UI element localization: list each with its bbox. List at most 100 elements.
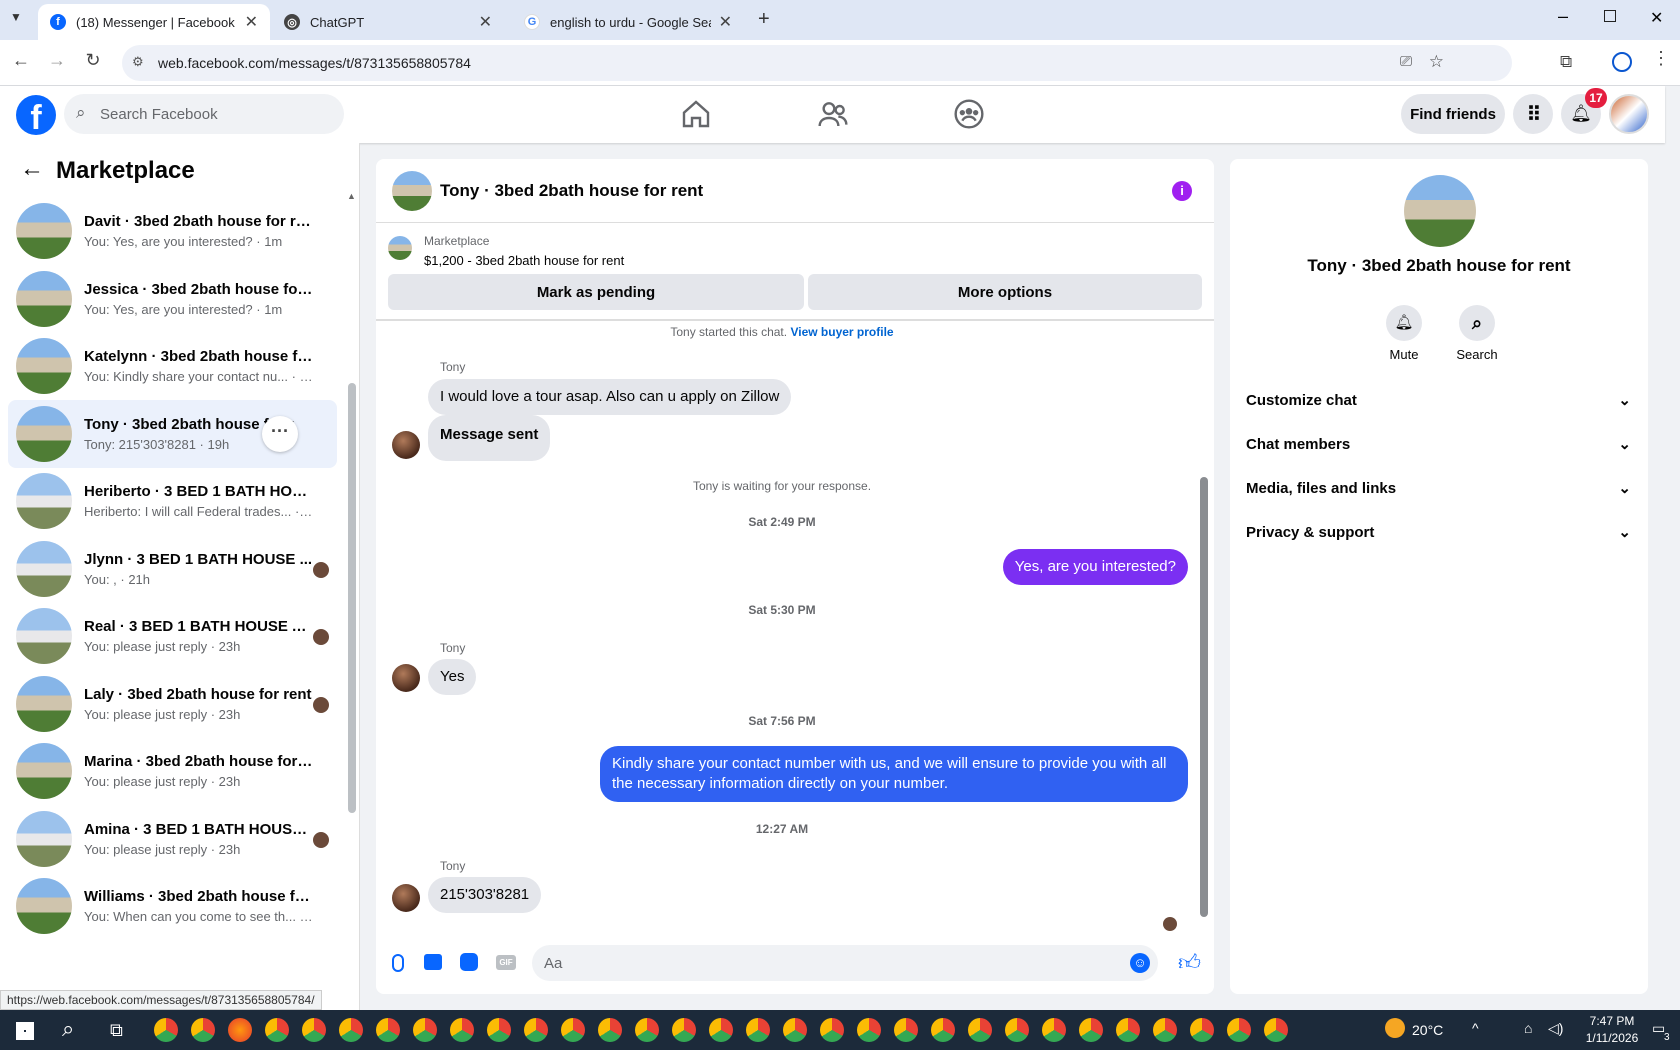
taskbar-app-icon[interactable] — [154, 1018, 178, 1042]
windows-start-icon[interactable] — [16, 1022, 34, 1040]
message-input[interactable]: Aa ☺ — [532, 945, 1158, 981]
taskbar-app-icon[interactable] — [1005, 1018, 1029, 1042]
conversation-item[interactable]: Laly · 3bed 2bath house for rent You: ple… — [8, 670, 337, 738]
taskbar-app-icon[interactable] — [191, 1018, 215, 1042]
chat-title[interactable]: Tony · 3bed 2bath house for rent — [440, 181, 703, 201]
taskbar-app-icon[interactable] — [1153, 1018, 1177, 1042]
conversation-item[interactable]: Amina · 3 BED 1 BATH HOUSE ... You: pleas… — [8, 805, 337, 873]
task-view-icon[interactable]: ⧉ — [110, 1020, 123, 1041]
sender-avatar[interactable] — [392, 431, 420, 459]
taskbar-app-icon[interactable] — [1227, 1018, 1251, 1042]
close-tab-icon[interactable]: ✕ — [719, 12, 732, 32]
forward-icon[interactable]: → — [44, 50, 70, 71]
taskbar-app-icon[interactable] — [598, 1018, 622, 1042]
customize-chat-section[interactable]: Customize chat ⌄ — [1246, 380, 1631, 420]
taskbar-app-icon[interactable] — [450, 1018, 474, 1042]
conversation-item[interactable]: Tony · 3bed 2bath house for r Tony: 215'3… — [8, 399, 337, 468]
incoming-message[interactable]: Yes — [428, 659, 477, 695]
info-avatar[interactable] — [1404, 175, 1476, 247]
taskbar-app-icon[interactable] — [894, 1018, 918, 1042]
tray-volume-icon[interactable]: ◁) — [1548, 1020, 1563, 1037]
tab-messenger[interactable]: f (18) Messenger | Facebook ✕ — [38, 4, 270, 40]
sender-avatar[interactable] — [392, 664, 420, 692]
tab-google[interactable]: G english to urdu - Google Search ✕ — [512, 4, 744, 40]
privacy-support-section[interactable]: Privacy & support ⌄ — [1246, 512, 1631, 552]
sidebar-scroll-up-icon[interactable]: ▲ — [347, 191, 356, 201]
chat-avatar[interactable] — [392, 171, 432, 211]
url-input[interactable]: ⚙ web.facebook.com/messages/t/8731356588… — [122, 45, 1512, 81]
tab-search-chevron-icon[interactable]: ▼ — [10, 10, 22, 24]
browser-menu-icon[interactable]: ⋮ — [1652, 48, 1670, 69]
reload-icon[interactable]: ↻ — [80, 50, 106, 71]
like-thumb-icon[interactable]: 👍︎ — [1178, 949, 1201, 976]
profile-icon[interactable] — [1612, 52, 1632, 72]
taskbar-app-icon[interactable] — [302, 1018, 326, 1042]
sender-avatar[interactable] — [392, 884, 420, 912]
tray-network-icon[interactable]: ⌂ — [1524, 1020, 1532, 1036]
facebook-logo-icon[interactable]: f — [16, 95, 56, 137]
taskbar-search-icon[interactable]: ⌕ — [62, 1016, 74, 1042]
taskbar-app-icon[interactable] — [1116, 1018, 1140, 1042]
conversation-item[interactable]: Jessica · 3bed 2bath house for r... You: … — [8, 265, 337, 333]
conversation-options-icon[interactable]: ··· — [262, 415, 298, 452]
taskbar-app-icon[interactable] — [228, 1018, 252, 1042]
taskbar-app-icon[interactable] — [709, 1018, 733, 1042]
new-tab-icon[interactable]: + — [758, 8, 770, 31]
taskbar-app-icon[interactable] — [487, 1018, 511, 1042]
mute-button[interactable]: 🔔︎ Mute — [1382, 305, 1426, 362]
tab-chatgpt[interactable]: ◎ ChatGPT ✕ — [272, 4, 504, 40]
close-tab-icon[interactable]: ✕ — [245, 12, 258, 32]
taskbar-app-icon[interactable] — [1190, 1018, 1214, 1042]
home-icon[interactable] — [680, 98, 712, 130]
clock-time[interactable]: 7:47 PM — [1576, 1014, 1648, 1028]
profile-avatar[interactable] — [1609, 94, 1649, 134]
clock-date[interactable]: 1/11/2026 — [1576, 1031, 1648, 1045]
tray-chevron-icon[interactable]: ^ — [1472, 1020, 1479, 1036]
taskbar-app-icon[interactable] — [857, 1018, 881, 1042]
taskbar-app-icon[interactable] — [746, 1018, 770, 1042]
taskbar-app-icon[interactable] — [1079, 1018, 1103, 1042]
back-arrow-icon[interactable]: ← — [20, 155, 44, 183]
taskbar-app-icon[interactable] — [783, 1018, 807, 1042]
media-files-section[interactable]: Media, files and links ⌄ — [1246, 468, 1631, 508]
outgoing-message[interactable]: Yes, are you interested? — [1002, 549, 1188, 585]
conversation-item[interactable]: Williams · 3bed 2bath house for ... You: … — [8, 872, 337, 940]
conversation-item[interactable]: Marina · 3bed 2bath house for r... You: p… — [8, 737, 337, 805]
chat-members-section[interactable]: Chat members ⌄ — [1246, 424, 1631, 464]
sidebar-scrollbar[interactable] — [348, 383, 356, 813]
incoming-message[interactable]: I would love a tour asap. Also can u app… — [428, 379, 792, 415]
microphone-icon[interactable] — [392, 954, 404, 972]
chat-scrollbar[interactable] — [1200, 477, 1208, 917]
taskbar-app-icon[interactable] — [672, 1018, 696, 1042]
mark-pending-button[interactable]: Mark as pending — [388, 274, 804, 310]
close-tab-icon[interactable]: ✕ — [479, 12, 492, 32]
taskbar-app-icon[interactable] — [413, 1018, 437, 1042]
close-window-icon[interactable]: ✕ — [1650, 8, 1663, 28]
incoming-message[interactable]: Message sent — [428, 415, 551, 461]
taskbar-app-icon[interactable] — [339, 1018, 363, 1042]
incoming-message[interactable]: 215'303'8281 — [428, 877, 542, 913]
taskbar-app-icon[interactable] — [1042, 1018, 1066, 1042]
weather-temp[interactable]: 20°C — [1412, 1022, 1443, 1038]
weather-icon[interactable] — [1385, 1018, 1405, 1038]
site-info-icon[interactable]: ⚙ — [132, 54, 144, 70]
taskbar-app-icon[interactable] — [561, 1018, 585, 1042]
photo-icon[interactable] — [424, 954, 442, 970]
outgoing-message[interactable]: Kindly share your contact number with us… — [600, 746, 1188, 802]
groups-icon[interactable] — [953, 98, 985, 130]
conversation-item[interactable]: Jlynn · 3 BED 1 BATH HOUSE ... You: , · 2… — [8, 535, 337, 603]
view-buyer-profile-link[interactable]: View buyer profile — [790, 325, 893, 339]
conversation-item[interactable]: Katelynn · 3bed 2bath house for... You: K… — [8, 332, 337, 400]
taskbar-app-icon[interactable] — [376, 1018, 400, 1042]
back-icon[interactable]: ← — [8, 50, 34, 71]
chat-info-icon[interactable]: i — [1172, 181, 1192, 201]
conversation-item[interactable]: Davit · 3bed 2bath house for rent You: Ye… — [8, 197, 337, 265]
taskbar-app-icon[interactable] — [265, 1018, 289, 1042]
bookmark-star-icon[interactable]: ☆ — [1429, 52, 1444, 72]
restore-icon[interactable] — [1604, 10, 1616, 22]
menu-grid-button[interactable]: ⠿ — [1513, 94, 1553, 134]
taskbar-app-icon[interactable] — [968, 1018, 992, 1042]
friends-icon[interactable] — [817, 98, 849, 130]
extensions-icon[interactable]: ⧉ — [1560, 52, 1572, 72]
facebook-search-input[interactable]: ⌕ Search Facebook — [64, 94, 344, 134]
